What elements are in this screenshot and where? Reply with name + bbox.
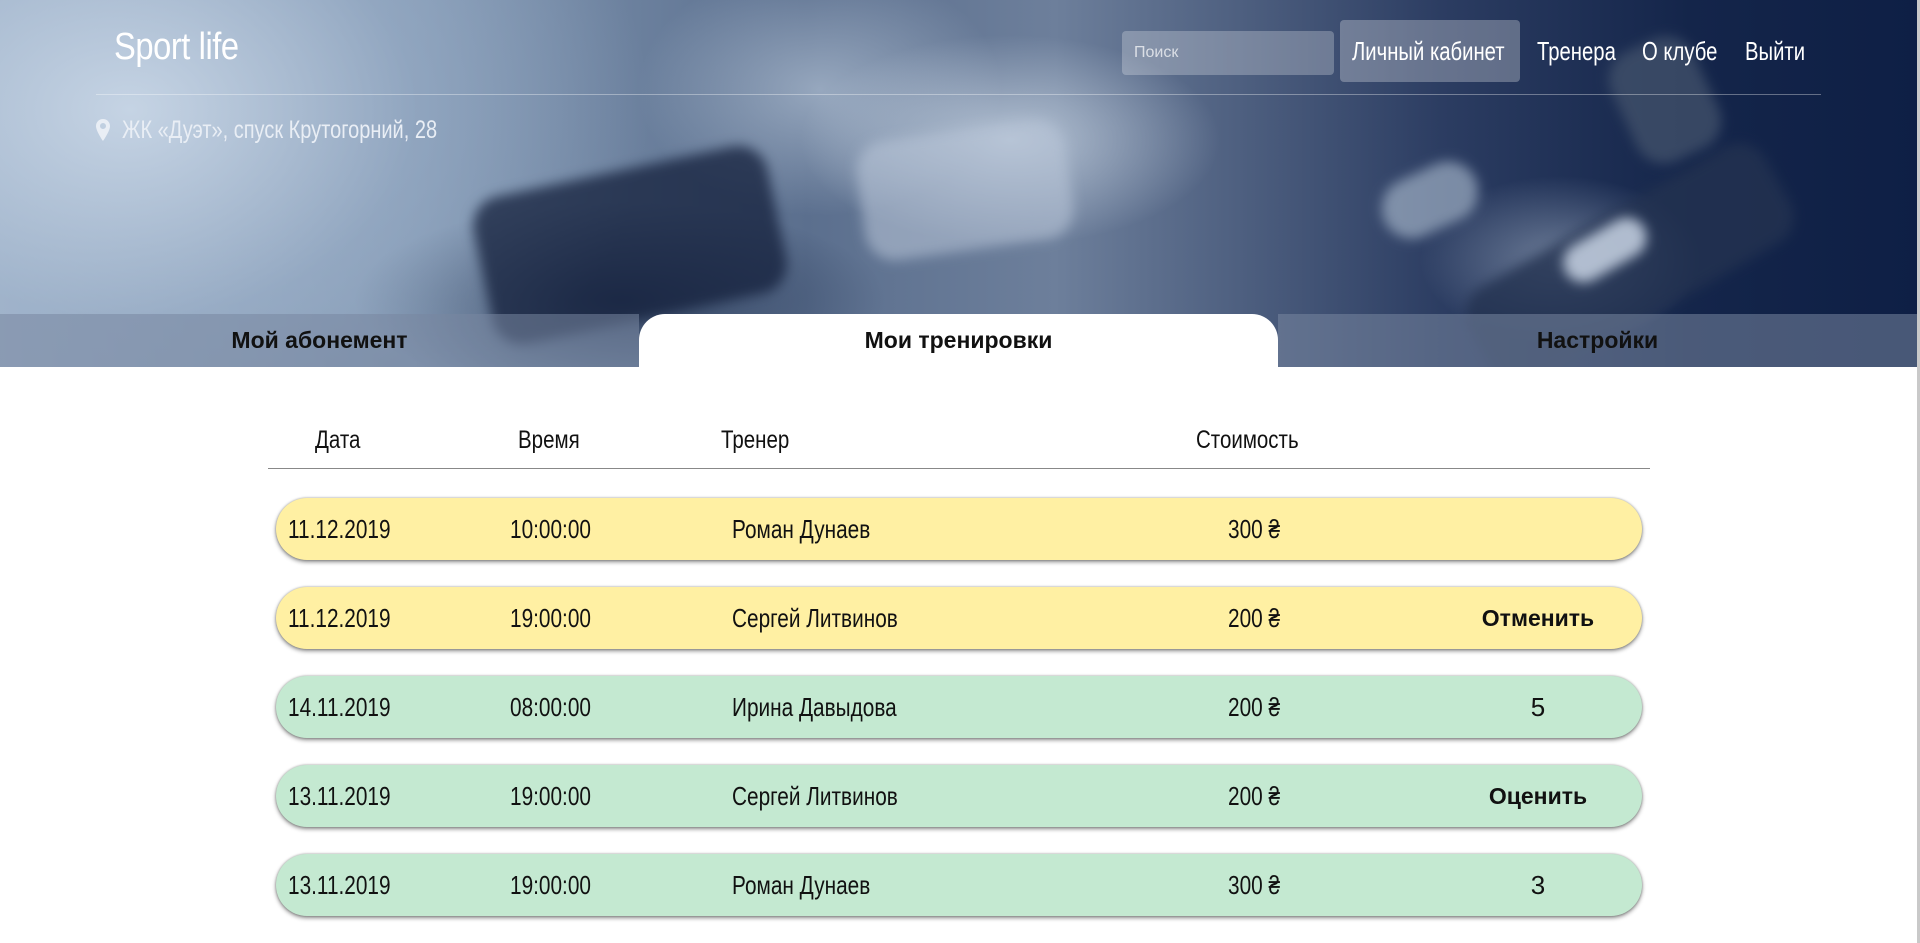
table-row: 11.12.2019 19:00:00 Сергей Литвинов 200 … xyxy=(276,587,1642,649)
row-trainer: Роман Дунаев xyxy=(732,870,871,900)
club-address: ЖК «Дуэт», спуск Крутогорний, 28 xyxy=(96,110,516,150)
row-time: 10:00:00 xyxy=(510,514,591,544)
row-price: 200 ₴ xyxy=(1228,781,1281,811)
row-time: 08:00:00 xyxy=(510,692,591,722)
address-text: ЖК «Дуэт», спуск Крутогорний, 28 xyxy=(122,115,438,144)
tab-my-trainings[interactable]: Мои тренировки xyxy=(639,314,1278,367)
row-date: 14.11.2019 xyxy=(288,692,391,722)
nav-personal-account[interactable]: Личный кабинет xyxy=(1352,20,1505,82)
tab-my-subscription[interactable]: Мой абонемент xyxy=(0,314,639,367)
cancel-button[interactable]: Отменить xyxy=(1428,587,1648,649)
map-marker-icon xyxy=(96,119,110,141)
site-logo[interactable]: Sport life xyxy=(114,26,239,69)
row-time: 19:00:00 xyxy=(510,603,591,633)
nav-about-club[interactable]: О клубе xyxy=(1642,20,1717,82)
row-trainer: Ирина Давыдова xyxy=(732,692,897,722)
row-price: 300 ₴ xyxy=(1228,514,1281,544)
nav-logout[interactable]: Выйти xyxy=(1745,20,1805,82)
row-price: 200 ₴ xyxy=(1228,692,1281,722)
table-row: 13.11.2019 19:00:00 Роман Дунаев 300 ₴ 3 xyxy=(276,854,1642,916)
tab-settings[interactable]: Настройки xyxy=(1278,314,1917,367)
table-row: 13.11.2019 19:00:00 Сергей Литвинов 200 … xyxy=(276,765,1642,827)
row-date: 11.12.2019 xyxy=(288,514,391,544)
header-background xyxy=(0,0,1920,367)
row-rating: 5 xyxy=(1530,692,1546,722)
column-header-trainer: Тренер xyxy=(721,426,790,454)
table-row: 11.12.2019 10:00:00 Роман Дунаев 300 ₴ xyxy=(276,498,1642,560)
row-price: 200 ₴ xyxy=(1228,603,1281,633)
search-input[interactable] xyxy=(1122,31,1334,75)
row-trainer: Сергей Литвинов xyxy=(732,603,898,633)
rate-button[interactable]: Оценить xyxy=(1428,765,1648,827)
row-date: 11.12.2019 xyxy=(288,603,391,633)
row-time: 19:00:00 xyxy=(510,870,591,900)
row-date: 13.11.2019 xyxy=(288,781,391,811)
row-price: 300 ₴ xyxy=(1228,870,1281,900)
table-header-divider xyxy=(268,468,1650,469)
nav-trainers[interactable]: Тренера xyxy=(1537,20,1616,82)
row-time: 19:00:00 xyxy=(510,781,591,811)
column-header-time: Время xyxy=(518,426,580,454)
row-rating: 3 xyxy=(1530,870,1546,900)
row-trainer: Сергей Литвинов xyxy=(732,781,898,811)
column-header-date: Дата xyxy=(315,426,361,454)
row-date: 13.11.2019 xyxy=(288,870,391,900)
header-divider xyxy=(96,94,1821,95)
column-header-price: Стоимость xyxy=(1196,426,1299,454)
table-row: 14.11.2019 08:00:00 Ирина Давыдова 200 ₴… xyxy=(276,676,1642,738)
row-trainer: Роман Дунаев xyxy=(732,514,871,544)
